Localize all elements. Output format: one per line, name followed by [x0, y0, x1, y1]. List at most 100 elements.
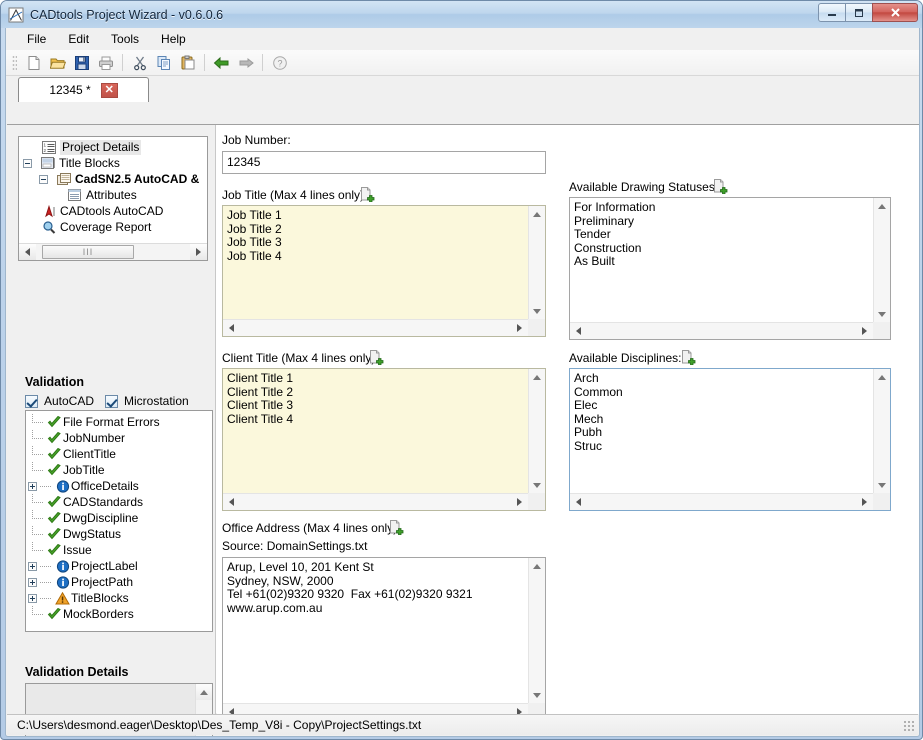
tree-node-cadtools-autocad[interactable]: CADtools AutoCAD — [19, 203, 207, 219]
validation-item[interactable]: CADStandards — [26, 494, 212, 510]
help-button[interactable]: ? — [268, 52, 291, 74]
tree-node-attributes[interactable]: Attributes — [19, 187, 207, 203]
menu-tools[interactable]: Tools — [100, 29, 150, 49]
job-title-vscrollbar[interactable] — [528, 206, 545, 319]
disciplines-text[interactable]: Arch Common Elec Mech Pubh Struc — [570, 369, 873, 493]
job-title-text[interactable]: Job Title 1 Job Title 2 Job Title 3 Job … — [223, 206, 528, 319]
cut-button[interactable] — [128, 52, 151, 74]
scroll-up-arrow[interactable] — [874, 198, 891, 214]
scroll-left-arrow[interactable] — [570, 494, 587, 510]
undo-button[interactable] — [210, 52, 233, 74]
job-title-hscrollbar[interactable] — [223, 319, 528, 336]
tab-12345[interactable]: 12345 * ✕ — [18, 77, 149, 102]
scroll-down-arrow[interactable] — [529, 303, 546, 319]
scroll-up-arrow[interactable] — [529, 206, 546, 222]
close-button[interactable] — [872, 3, 918, 22]
validation-item[interactable]: OfficeDetails — [26, 478, 212, 494]
validation-list[interactable]: File Format Errors JobNumber ClientTitle… — [25, 410, 213, 632]
redo-button[interactable] — [234, 52, 257, 74]
tree-node-cadsn25[interactable]: CadSN2.5 AutoCAD & — [19, 171, 207, 187]
scroll-up-arrow[interactable] — [874, 369, 891, 385]
toolbar-grip[interactable] — [12, 54, 17, 71]
tree-expander-title-blocks[interactable] — [23, 158, 32, 168]
scroll-left-arrow[interactable] — [570, 323, 587, 339]
scroll-down-arrow[interactable] — [529, 477, 546, 493]
tab-close-icon[interactable]: ✕ — [100, 82, 118, 98]
validation-item[interactable]: JobTitle — [26, 462, 212, 478]
scroll-right-arrow[interactable] — [511, 494, 528, 510]
tree-expander-cadsn25[interactable] — [39, 174, 48, 184]
add-page-icon[interactable] — [359, 186, 375, 203]
disciplines-hscrollbar[interactable] — [570, 493, 873, 510]
tree-node-coverage-report[interactable]: Coverage Report — [19, 219, 207, 235]
checkbox-microstation[interactable]: Microstation — [105, 394, 189, 408]
minimize-button[interactable] — [818, 3, 846, 22]
office-address-text[interactable]: Arup, Level 10, 201 Kent St Sydney, NSW,… — [223, 558, 528, 703]
resize-grip[interactable] — [903, 720, 915, 732]
drawing-statuses-memo[interactable]: For Information Preliminary Tender Const… — [569, 197, 891, 340]
disciplines-memo[interactable]: Arch Common Elec Mech Pubh Struc — [569, 368, 891, 511]
office-address-memo[interactable]: Arup, Level 10, 201 Kent St Sydney, NSW,… — [222, 557, 546, 721]
print-button[interactable] — [94, 52, 117, 74]
scroll-up-arrow[interactable] — [529, 369, 546, 385]
new-file-button[interactable] — [22, 52, 45, 74]
office-address-vscrollbar[interactable] — [528, 558, 545, 703]
tree-node-project-details[interactable]: 1 2 Project Details — [19, 139, 207, 155]
validation-item[interactable]: File Format Errors — [26, 414, 212, 430]
validation-item[interactable]: ProjectLabel — [26, 558, 212, 574]
scroll-down-arrow[interactable] — [874, 477, 891, 493]
validation-item[interactable]: JobNumber — [26, 430, 212, 446]
disciplines-vscrollbar[interactable] — [873, 369, 890, 493]
scroll-right-arrow[interactable] — [856, 323, 873, 339]
client-title-hscrollbar[interactable] — [223, 493, 528, 510]
add-page-icon[interactable] — [388, 519, 404, 536]
validation-item[interactable]: ClientTitle — [26, 446, 212, 462]
copy-button[interactable] — [152, 52, 175, 74]
scroll-left-arrow[interactable] — [223, 494, 240, 510]
open-folder-button[interactable] — [46, 52, 69, 74]
client-title-vscrollbar[interactable] — [528, 369, 545, 493]
project-tree[interactable]: 1 2 Project Details Title Blocks CadSN2.… — [18, 136, 208, 261]
tree-horizontal-scrollbar[interactable]: III — [19, 243, 207, 260]
scroll-down-arrow[interactable] — [874, 306, 891, 322]
drawing-statuses-text[interactable]: For Information Preliminary Tender Const… — [570, 198, 873, 322]
scroll-right-arrow[interactable] — [856, 494, 873, 510]
validation-item[interactable]: MockBorders — [26, 606, 212, 622]
validation-expander[interactable] — [28, 593, 37, 603]
menu-file[interactable]: File — [16, 29, 57, 49]
scroll-track[interactable]: III — [36, 244, 190, 260]
validation-item[interactable]: ProjectPath — [26, 574, 212, 590]
checkbox-microstation-box[interactable] — [105, 394, 118, 408]
job-title-memo[interactable]: Job Title 1 Job Title 2 Job Title 3 Job … — [222, 205, 546, 337]
scroll-right-arrow[interactable] — [511, 320, 528, 336]
scroll-up-arrow[interactable] — [529, 558, 546, 574]
scroll-thumb[interactable]: III — [42, 245, 134, 259]
validation-item[interactable]: TitleBlocks — [26, 590, 212, 606]
tree-node-title-blocks[interactable]: Title Blocks — [19, 155, 207, 171]
scroll-down-arrow[interactable] — [529, 687, 546, 703]
job-number-input[interactable]: 12345 — [222, 151, 546, 174]
validation-item[interactable]: DwgDiscipline — [26, 510, 212, 526]
add-page-icon[interactable] — [680, 349, 696, 366]
drawing-statuses-vscrollbar[interactable] — [873, 198, 890, 322]
add-page-icon[interactable] — [368, 349, 384, 366]
checkbox-autocad-box[interactable] — [25, 394, 38, 408]
scroll-up-arrow[interactable] — [195, 684, 212, 700]
validation-expander[interactable] — [28, 561, 37, 571]
client-title-memo[interactable]: Client Title 1 Client Title 2 Client Tit… — [222, 368, 546, 511]
maximize-button[interactable] — [845, 3, 873, 22]
scroll-left-arrow[interactable] — [223, 320, 240, 336]
validation-item[interactable]: DwgStatus — [26, 526, 212, 542]
client-title-text[interactable]: Client Title 1 Client Title 2 Client Tit… — [223, 369, 528, 493]
save-button[interactable] — [70, 52, 93, 74]
checkbox-autocad[interactable]: AutoCAD — [25, 394, 94, 408]
validation-expander[interactable] — [28, 481, 37, 491]
validation-expander[interactable] — [28, 577, 37, 587]
add-page-icon[interactable] — [712, 178, 728, 195]
menu-edit[interactable]: Edit — [57, 29, 100, 49]
drawing-statuses-hscrollbar[interactable] — [570, 322, 873, 339]
scroll-right-arrow[interactable] — [190, 244, 207, 260]
scroll-left-arrow[interactable] — [19, 244, 36, 260]
validation-item[interactable]: Issue — [26, 542, 212, 558]
paste-button[interactable] — [176, 52, 199, 74]
